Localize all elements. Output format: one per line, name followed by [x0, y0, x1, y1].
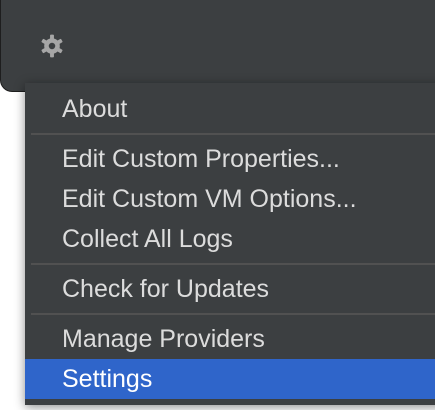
- menu-separator: [25, 309, 435, 319]
- menu-item-check-for-updates[interactable]: Check for Updates: [25, 269, 435, 309]
- menu-separator: [25, 129, 435, 139]
- menu-separator: [25, 259, 435, 269]
- menu-item-manage-providers[interactable]: Manage Providers: [25, 319, 435, 359]
- gear-icon: [39, 33, 65, 59]
- screen: About Edit Custom Properties... Edit Cus…: [0, 0, 435, 410]
- menu-item-about[interactable]: About: [25, 89, 435, 129]
- menu-item-collect-all-logs[interactable]: Collect All Logs: [25, 219, 435, 259]
- menu-item-edit-custom-vm-options[interactable]: Edit Custom VM Options...: [25, 179, 435, 219]
- window-panel: [0, 0, 435, 92]
- settings-popup-menu: About Edit Custom Properties... Edit Cus…: [25, 83, 435, 405]
- menu-item-settings[interactable]: Settings: [25, 359, 435, 399]
- menu-item-edit-custom-properties[interactable]: Edit Custom Properties...: [25, 139, 435, 179]
- settings-gear-button[interactable]: [35, 31, 69, 61]
